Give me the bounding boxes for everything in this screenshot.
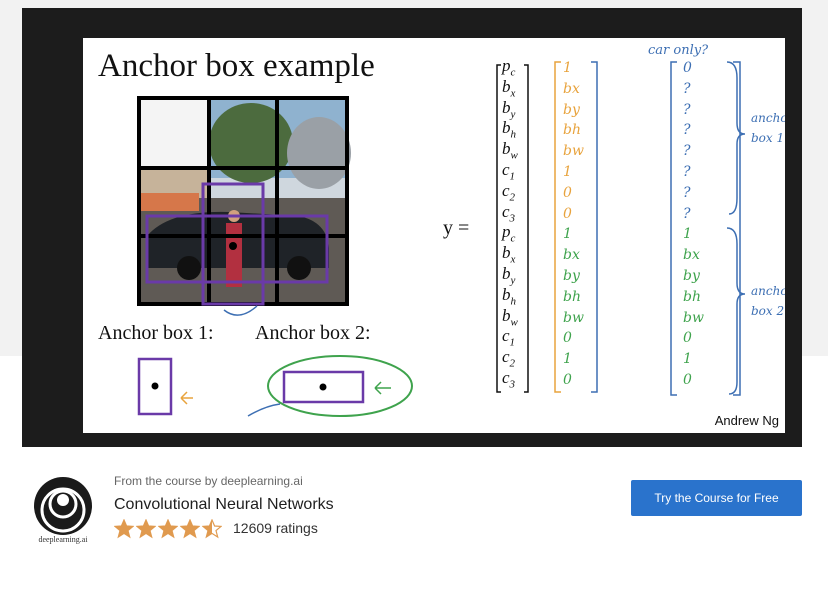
anchor-box-1-shape	[137, 357, 193, 416]
col1-value-12: bw	[563, 309, 584, 326]
col2-value-3: ?	[683, 122, 691, 139]
col2-value-12: bw	[683, 309, 704, 326]
course-title[interactable]: Convolutional Neural Networks	[114, 496, 334, 514]
col1-value-11: bh	[563, 288, 581, 305]
col1-value-3: bh	[563, 122, 581, 139]
col2-value-0: 0	[683, 60, 692, 76]
col1-value-6: 0	[563, 184, 572, 201]
vector-label-2: by	[502, 97, 516, 120]
col2-value-6: ?	[683, 184, 691, 201]
col2-value-7: ?	[683, 205, 691, 222]
col1-value-1: bx	[563, 80, 580, 97]
col1-value-2: by	[563, 101, 580, 118]
course-source: From the course by deeplearning.ai	[114, 474, 303, 488]
vector-label-6: c2	[502, 180, 516, 204]
vector-label-1: bx	[502, 76, 516, 100]
col1-value-7: 0	[563, 205, 572, 222]
y-label: y =	[443, 217, 470, 239]
col1-value-4: bw	[563, 143, 584, 160]
col2-value-13: 0	[683, 330, 692, 347]
col1-value-8: 1	[563, 226, 572, 243]
col1-value-13: 0	[563, 330, 572, 347]
col1-value-15: 0	[563, 372, 572, 388]
anchor-box-2-shape	[247, 355, 413, 417]
brace-label-1: anchor box 1	[751, 111, 785, 145]
star-icon	[180, 519, 200, 539]
star-icon	[136, 519, 156, 539]
col1-value-5: 1	[563, 164, 572, 180]
star-icon	[202, 519, 222, 539]
col2-value-2: ?	[683, 101, 691, 118]
vector-label-13: c1	[502, 326, 516, 349]
col2-value-14: 1	[683, 351, 692, 368]
col2-value-11: bh	[683, 288, 701, 305]
col1-value-14: 1	[563, 351, 572, 368]
column2-header: car only?	[648, 43, 709, 58]
slide-credit: Andrew Ng	[714, 413, 779, 428]
vector-label-7: c3	[502, 201, 516, 224]
col2-value-8: 1	[683, 226, 692, 243]
col2-value-5: ?	[683, 164, 691, 180]
vector-label-5: c1	[502, 160, 516, 183]
lecture-slide: Anchor box example y = pc bx by bh bw c1…	[83, 38, 785, 433]
brace-group	[726, 61, 746, 395]
video-player[interactable]: Anchor box example y = pc bx by bh bw c1…	[22, 8, 802, 447]
vector-label-4: bw	[502, 139, 518, 162]
ratings-count: 12609 ratings	[233, 520, 318, 536]
vector-label-9: bx	[502, 243, 516, 266]
vector-label-12: bw	[502, 305, 518, 328]
star-icon	[158, 519, 178, 539]
col2-value-4: ?	[683, 143, 691, 160]
col2-value-9: bx	[683, 247, 700, 264]
try-course-button[interactable]: Try the Course for Free	[631, 480, 802, 516]
vector-label-0: pc	[502, 56, 516, 79]
vector-label-3: bh	[502, 118, 516, 141]
vector-label-15: c3	[502, 368, 516, 391]
vector-label-11: bh	[502, 284, 516, 308]
brace-label-2: anchor box 2	[751, 284, 785, 318]
vector-label-14: c2	[502, 347, 516, 370]
col1-value-10: by	[563, 268, 580, 284]
logo-text: deeplearning.ai	[38, 535, 88, 544]
star-rating	[114, 519, 222, 539]
anchor-box-2-label: Anchor box 2:	[255, 322, 371, 344]
col1-value-0: 1	[563, 60, 572, 76]
star-icon	[114, 519, 134, 539]
col2-value-15: 0	[683, 372, 692, 388]
col2-value-1: ?	[683, 80, 691, 97]
col2-value-10: by	[683, 268, 700, 284]
vector-label-10: by	[502, 264, 516, 287]
col1-value-9: bx	[563, 247, 580, 264]
photo-grid	[137, 96, 351, 316]
vector-label-8: pc	[502, 222, 516, 245]
anchor-box-1-label: Anchor box 1:	[98, 322, 214, 344]
slide-drawing	[137, 61, 746, 417]
